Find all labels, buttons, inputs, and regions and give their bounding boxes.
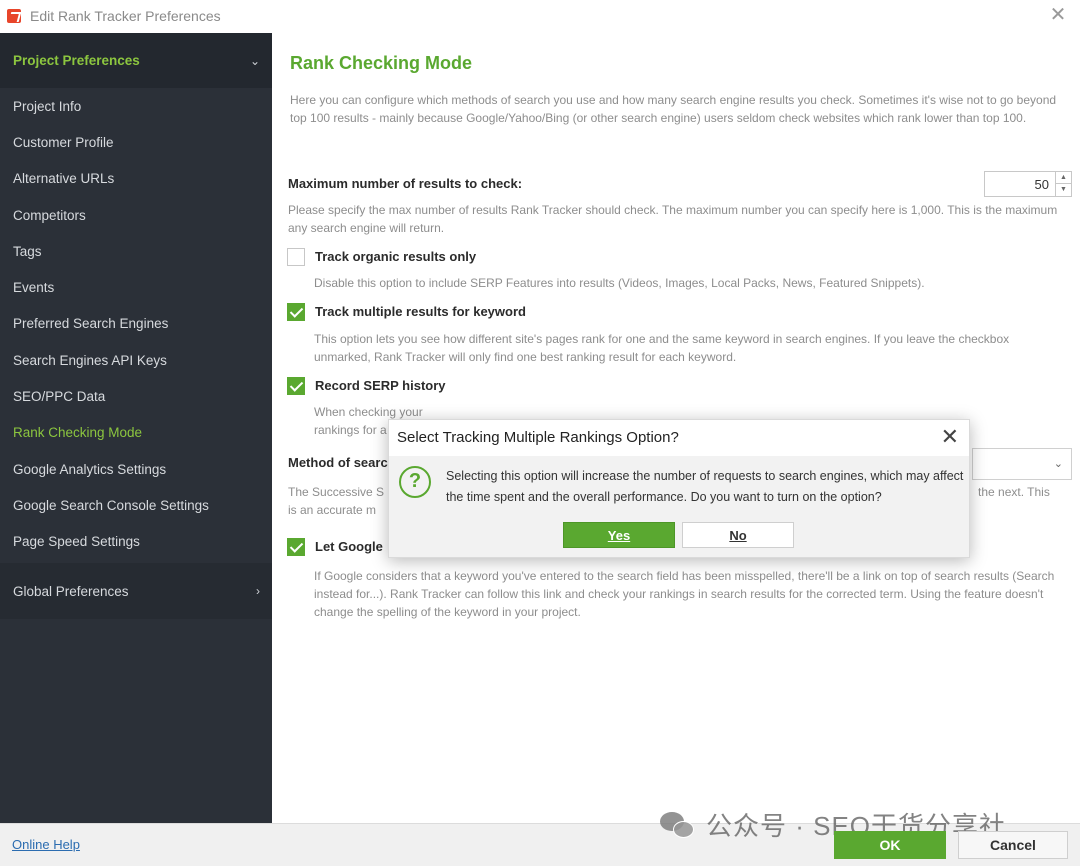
question-icon: ? [399, 466, 431, 498]
dialog-body: ? Selecting this option will increase th… [389, 456, 969, 557]
track-multiple-description: This option lets you see how different s… [314, 332, 1010, 364]
sidebar-item-customer-profile[interactable]: Customer Profile [0, 124, 272, 160]
method-description-right: the next. This [978, 485, 1050, 499]
sidebar-item-tags[interactable]: Tags [0, 233, 272, 269]
spin-down-icon[interactable]: ▼ [1055, 184, 1071, 196]
sidebar-item-page-speed-settings[interactable]: Page Speed Settings [0, 524, 272, 560]
sidebar-item-competitors[interactable]: Competitors [0, 197, 272, 233]
max-results-label: Maximum number of results to check: [288, 176, 523, 191]
app-logo-icon [7, 9, 21, 23]
sidebar-item-list: Project Info Customer Profile Alternative … [0, 88, 272, 560]
sidebar-header-label: Global Preferences [13, 583, 129, 599]
track-organic-label: Track organic results only [315, 249, 477, 264]
max-results-stepper: ▲ ▼ [984, 171, 1072, 197]
spin-up-icon[interactable]: ▲ [1055, 172, 1071, 184]
window-title-bar: Edit Rank Tracker Preferences ✕ [0, 0, 1080, 32]
method-description-line2: is an accurate m [288, 503, 377, 517]
sidebar-item-events[interactable]: Events [0, 269, 272, 305]
sidebar-header-label: Project Preferences [13, 53, 140, 68]
sidebar-item-google-analytics-settings[interactable]: Google Analytics Settings [0, 451, 272, 487]
window-title: Edit Rank Tracker Preferences [30, 8, 221, 24]
track-organic-description: Disable this option to include SERP Feat… [314, 276, 925, 290]
let-google-description: If Google considers that a keyword you'v… [314, 569, 1055, 619]
sidebar-item-alternative-urls[interactable]: Alternative URLs [0, 161, 272, 197]
wechat-logo-icon [660, 810, 696, 840]
sidebar: Project Preferences ⌄ Project Info Custom… [0, 33, 272, 823]
track-multiple-label: Track multiple results for keyword [315, 304, 526, 319]
page-title: Rank Checking Mode [290, 53, 473, 73]
chevron-down-icon: ⌄ [1053, 458, 1063, 470]
chevron-right-icon: › [256, 584, 260, 598]
bottom-bar: Online Help 公众号 · SEO干货分享社 OK Cancel [0, 811, 1080, 866]
let-google-label: Let Google [315, 539, 383, 554]
sidebar-item-preferred-search-engines[interactable]: Preferred Search Engines [0, 306, 272, 342]
record-serp-checkbox[interactable] [287, 377, 305, 395]
sidebar-global-preferences-header[interactable]: Global Preferences › [0, 563, 272, 619]
chevron-down-icon: ⌄ [249, 53, 260, 68]
dialog-message: Selecting this option will increase the … [446, 469, 964, 504]
no-button[interactable]: No [682, 522, 794, 548]
sidebar-item-rank-checking-mode[interactable]: Rank Checking Mode [0, 415, 272, 451]
sidebar-item-search-engines-api-keys[interactable]: Search Engines API Keys [0, 342, 272, 378]
window-close-icon[interactable]: ✕ [1046, 4, 1070, 28]
record-serp-label: Record SERP history [315, 378, 446, 393]
max-results-description: Please specify the max number of results… [288, 203, 1058, 235]
method-description-left: The Successive S [288, 485, 385, 499]
intro-text: Here you can configure which methods of … [290, 93, 1057, 125]
max-results-input[interactable] [985, 172, 1055, 196]
track-organic-checkbox[interactable] [287, 248, 305, 266]
method-label: Method of searc [288, 455, 388, 470]
watermark: 公众号 · SEO干货分享社 [660, 806, 1006, 843]
dialog-close-icon[interactable]: ✕ [941, 424, 959, 450]
dialog-header: Select Tracking Multiple Rankings Option… [389, 420, 969, 456]
ok-button[interactable]: OK [834, 831, 946, 859]
track-multiple-checkbox[interactable] [287, 303, 305, 321]
sidebar-item-google-search-console-settings[interactable]: Google Search Console Settings [0, 487, 272, 523]
let-google-checkbox[interactable] [287, 538, 305, 556]
sidebar-item-project-info[interactable]: Project Info [0, 88, 272, 124]
sidebar-item-seo-ppc-data[interactable]: SEO/PPC Data [0, 378, 272, 414]
confirm-dialog: Select Tracking Multiple Rankings Option… [388, 419, 970, 558]
method-select[interactable]: ⌄ [972, 448, 1072, 480]
sidebar-project-preferences-header[interactable]: Project Preferences ⌄ [0, 33, 272, 88]
dialog-title: Select Tracking Multiple Rankings Option… [397, 429, 679, 446]
yes-button[interactable]: Yes [563, 522, 675, 548]
online-help-link[interactable]: Online Help [12, 837, 80, 852]
cancel-button[interactable]: Cancel [958, 831, 1068, 859]
